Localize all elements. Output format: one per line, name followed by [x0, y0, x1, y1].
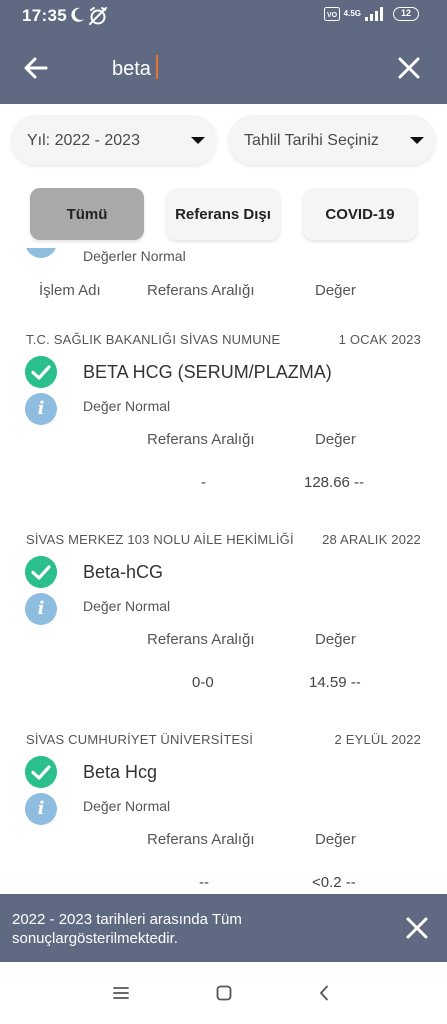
info-icon[interactable]: i — [25, 793, 57, 825]
result-date: 2 EYLÜL 2022 — [334, 732, 421, 747]
reference-range: - — [201, 474, 206, 491]
signal-icon — [365, 7, 383, 21]
tab-out-of-reference[interactable]: Referans Dışı — [166, 188, 280, 240]
result-value: <0.2 -- — [312, 874, 356, 891]
search-app-bar — [0, 32, 447, 104]
test-name: Beta Hcg — [83, 762, 158, 782]
reference-range: -- — [199, 874, 209, 891]
hospital-name: SİVAS CUMHURİYET ÜNİVERSİTESİ — [26, 732, 254, 747]
year-dropdown-label: Yıl: 2022 - 2023 — [27, 132, 140, 149]
network-type: 4.5G — [343, 9, 361, 18]
home-icon[interactable] — [216, 985, 232, 1001]
alarm-off-icon — [89, 7, 107, 25]
test-name: Beta-hCG — [83, 562, 164, 582]
status-time: 17:35 — [22, 6, 67, 25]
info-icon[interactable]: i — [25, 393, 57, 425]
tab-all[interactable]: Tümü — [30, 188, 144, 240]
column-header-value: Değer — [315, 431, 356, 448]
system-navigation-bar — [0, 962, 447, 1024]
hospital-name: T.C. SAĞLIK BAKANLIĞI SİVAS NUMUNE — [26, 332, 281, 347]
dropdown-arrow-icon — [410, 137, 424, 144]
close-icon[interactable] — [393, 52, 425, 84]
result-date: 1 OCAK 2023 — [338, 332, 421, 347]
info-icon — [25, 248, 57, 258]
results-list[interactable]: Değerler Normal İşlem Adı Referans Aralı… — [0, 248, 447, 894]
column-header-reference: Referans Aralığı — [147, 631, 255, 648]
column-header-value: Değer — [315, 831, 356, 848]
column-header-reference: Referans Aralığı — [147, 831, 255, 848]
result-date: 28 ARALIK 2022 — [322, 532, 421, 547]
date-dropdown-label: Tahlil Tarihi Seçiniz — [244, 132, 379, 149]
year-dropdown[interactable]: Yıl: 2022 - 2023 — [11, 115, 217, 165]
column-header-value: Değer — [315, 282, 356, 299]
date-dropdown[interactable]: Tahlil Tarihi Seçiniz — [228, 115, 436, 165]
svg-text:VO: VO — [327, 12, 338, 19]
status-text: Değer Normal — [83, 798, 171, 814]
info-snackbar: 2022 - 2023 tarihleri arasında Tüm sonuç… — [0, 894, 447, 962]
result-value: 14.59 -- — [309, 674, 361, 691]
column-header-name: İşlem Adı — [39, 282, 101, 299]
volte-icon: VO — [323, 7, 340, 21]
tab-covid-19[interactable]: COVID-19 — [303, 188, 417, 240]
status-text: Değer Normal — [83, 598, 171, 614]
back-icon[interactable] — [318, 985, 330, 1001]
text-caret — [156, 55, 158, 79]
column-header-value: Değer — [315, 631, 356, 648]
reference-range: 0-0 — [192, 674, 214, 691]
status-text: Değerler Normal — [83, 248, 186, 264]
check-icon — [25, 556, 57, 588]
hospital-name: SİVAS MERKEZ 103 NOLU AİLE HEKİMLİĞİ — [26, 532, 294, 547]
status-text: Değer Normal — [83, 398, 171, 414]
status-bar: 17:35 VO 4.5G 12 — [0, 0, 447, 32]
column-header-reference: Referans Aralığı — [147, 282, 255, 299]
menu-icon[interactable] — [113, 986, 129, 1000]
search-input[interactable] — [112, 54, 372, 84]
check-icon — [25, 756, 57, 788]
check-icon — [25, 356, 57, 388]
result-value: 128.66 -- — [304, 474, 365, 491]
dropdown-arrow-icon — [191, 137, 205, 144]
info-icon[interactable]: i — [25, 593, 57, 625]
battery-icon: 12 — [393, 7, 419, 21]
test-name: BETA HCG (SERUM/PLAZMA) — [83, 362, 332, 382]
snackbar-message: 2022 - 2023 tarihleri arasında Tüm sonuç… — [12, 911, 242, 947]
moon-icon — [71, 7, 84, 22]
close-icon[interactable] — [405, 916, 429, 940]
column-header-reference: Referans Aralığı — [147, 431, 255, 448]
back-arrow-icon[interactable] — [20, 52, 52, 84]
status-right-group: VO 4.5G 12 — [323, 7, 419, 21]
